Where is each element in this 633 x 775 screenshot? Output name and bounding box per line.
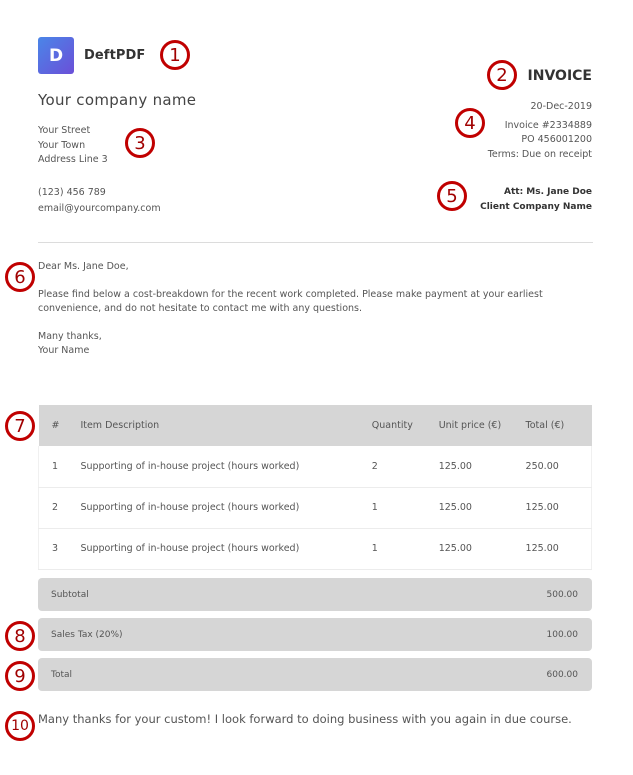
- address-street: Your Street: [38, 125, 91, 136]
- invoice-date: 20-Dec-2019: [530, 101, 592, 112]
- table-header: # Item Description Quantity Unit price (…: [38, 405, 592, 446]
- row-total: 125.00: [525, 528, 592, 570]
- table-row: 1 Supporting of in-house project (hours …: [38, 446, 592, 488]
- closing-message: Many thanks for your custom! I look forw…: [38, 712, 572, 726]
- po-number: PO 456001200: [521, 134, 592, 145]
- divider: [38, 242, 593, 243]
- tax-value: 100.00: [546, 629, 579, 640]
- header-quantity: Quantity: [371, 405, 439, 446]
- header-unit-price: Unit price (€): [438, 405, 526, 446]
- invoice-number: Invoice #2334889: [504, 119, 592, 131]
- address-town: Your Town: [38, 139, 86, 151]
- logo-name: DeftPDF: [84, 48, 146, 63]
- annotation-marker-1: 1: [160, 40, 190, 70]
- subtotal-value: 500.00: [546, 589, 579, 600]
- phone: (123) 456 789: [38, 187, 106, 198]
- row-quantity: 2: [371, 446, 439, 488]
- recipient-company: Client Company Name: [480, 202, 592, 212]
- row-total: 250.00: [525, 446, 592, 488]
- header-num: #: [38, 405, 81, 446]
- email: email@yourcompany.com: [38, 202, 161, 214]
- annotation-marker-7: 7: [5, 411, 35, 441]
- items-table: # Item Description Quantity Unit price (…: [38, 405, 592, 570]
- logo: D DeftPDF: [38, 37, 145, 74]
- signature: Your Name: [38, 345, 90, 356]
- payment-terms: Terms: Due on receipt: [487, 148, 592, 160]
- table-row: 3 Supporting of in-house project (hours …: [38, 528, 592, 570]
- row-num: 2: [38, 487, 81, 529]
- total-value: 600.00: [546, 669, 579, 680]
- sender-address: Your Street Your Town Address Line 3: [38, 124, 108, 168]
- row-num: 1: [38, 446, 81, 488]
- letter-body: Please find below a cost-breakdown for t…: [38, 289, 543, 314]
- annotation-marker-5: 5: [437, 181, 467, 211]
- row-description: Supporting of in-house project (hours wo…: [80, 446, 372, 488]
- greeting: Dear Ms. Jane Doe,: [38, 261, 129, 272]
- row-description: Supporting of in-house project (hours wo…: [80, 528, 372, 570]
- sender-contact: (123) 456 789 email@yourcompany.com: [38, 185, 161, 216]
- annotation-marker-3: 3: [125, 128, 155, 158]
- annotation-marker-2: 2: [487, 60, 517, 90]
- letter: Dear Ms. Jane Doe, Please find below a c…: [38, 260, 598, 358]
- annotation-marker-9: 9: [5, 661, 35, 691]
- row-unit-price: 125.00: [438, 487, 526, 529]
- tax-label: Sales Tax (20%): [51, 629, 123, 640]
- invoice-meta: 20-Dec-2019 Invoice #2334889 PO 45600120…: [488, 100, 592, 162]
- subtotal-row: Subtotal 500.00: [38, 578, 592, 611]
- header-description: Item Description: [80, 405, 372, 446]
- total-label: Total: [51, 669, 73, 680]
- row-description: Supporting of in-house project (hours wo…: [80, 487, 372, 529]
- row-num: 3: [38, 528, 81, 570]
- logo-mark: D: [38, 37, 74, 74]
- annotation-marker-8: 8: [5, 621, 35, 651]
- row-unit-price: 125.00: [438, 528, 526, 570]
- total-row: Total 600.00: [38, 658, 592, 691]
- row-unit-price: 125.00: [438, 446, 526, 488]
- subtotal-label: Subtotal: [51, 589, 89, 600]
- company-name: Your company name: [38, 91, 197, 109]
- recipient-attention: Att: Ms. Jane Doe: [504, 187, 592, 197]
- annotation-marker-6: 6: [5, 262, 35, 292]
- address-line-3: Address Line 3: [38, 154, 108, 165]
- invoice-title: INVOICE: [527, 68, 592, 84]
- tax-row: Sales Tax (20%) 100.00: [38, 618, 592, 651]
- annotation-marker-4: 4: [455, 108, 485, 138]
- row-total: 125.00: [525, 487, 592, 529]
- header-total: Total (€): [525, 405, 592, 446]
- recipient: Att: Ms. Jane Doe Client Company Name: [480, 185, 592, 215]
- annotation-marker-10: 10: [5, 711, 35, 741]
- table-row: 2 Supporting of in-house project (hours …: [38, 487, 592, 529]
- signoff: Many thanks,: [38, 331, 102, 342]
- row-quantity: 1: [371, 528, 439, 570]
- row-quantity: 1: [371, 487, 439, 529]
